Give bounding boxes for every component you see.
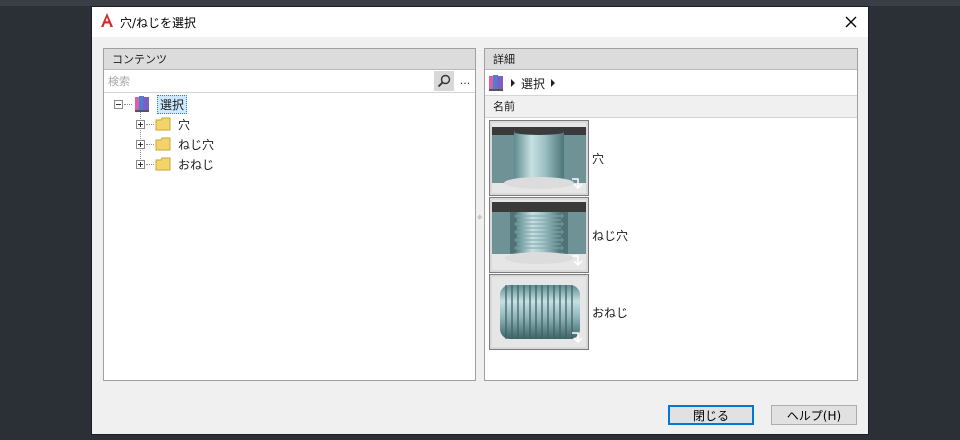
search-row: ... [104,71,475,93]
collapse-toggle[interactable] [114,99,123,109]
breadcrumb-item-select[interactable]: 選択 [521,75,545,92]
tree-connector [146,123,154,125]
library-book-icon[interactable] [487,74,505,92]
breadcrumb: 選択 [485,71,857,96]
external-thread-thumbnail [489,274,589,350]
list-item-tapped-hole[interactable]: ねじ穴 [489,197,628,273]
item-label: おねじ [592,305,629,320]
folder-icon [155,157,171,171]
close-button[interactable]: 閉じる [668,405,754,425]
expand-toggle[interactable] [136,119,145,129]
close-icon [845,16,857,28]
library-book-icon [135,96,149,112]
chevron-right-icon[interactable] [511,79,515,87]
expand-toggle[interactable] [136,139,145,149]
autocad-app-icon [101,13,113,27]
contents-panel: コンテンツ ... 選択 [103,48,476,381]
list-item-hole[interactable]: 穴 [489,120,604,196]
tree-label-root: 選択 [157,94,188,114]
tree-connector [146,143,154,145]
panel-splitter[interactable]: ◆ [477,213,482,221]
tree-label-hole: 穴 [178,117,191,132]
search-button[interactable] [434,71,454,91]
tree-connector [124,103,132,105]
name-column-header[interactable]: 名前 [485,96,857,118]
tree-node-tapped-hole[interactable]: ねじ穴 [136,135,215,153]
help-button[interactable]: ヘルプ(H) [771,405,857,425]
search-input[interactable] [106,72,435,90]
item-label: 穴 [592,151,605,166]
dialog-title: 穴/ねじを選択 [120,16,197,30]
expand-toggle[interactable] [136,159,145,169]
tree-label-external-thread: おねじ [178,157,215,172]
content-tree: 選択 穴 ねじ穴 おねじ [104,93,475,380]
folder-icon [155,117,171,131]
tree-node-root[interactable]: 選択 [114,94,188,114]
tree-node-external-thread[interactable]: おねじ [136,155,215,173]
title-bar[interactable]: 穴/ねじを選択 [92,7,868,37]
select-hole-thread-dialog: 穴/ねじを選択 コンテンツ ... [91,6,869,435]
search-icon [437,74,451,88]
folder-icon [155,137,171,151]
item-label: ねじ穴 [592,228,629,243]
tapped-hole-thumbnail [489,197,589,273]
tree-connector [146,163,154,165]
contents-panel-header: コンテンツ [104,49,475,70]
plain-hole-thumbnail [489,120,589,196]
chevron-right-icon[interactable] [551,79,556,87]
list-item-external-thread[interactable]: おねじ [489,274,628,350]
tree-node-hole[interactable]: 穴 [136,115,191,133]
close-window-button[interactable] [834,7,868,37]
details-panel: 詳細 選択 名前 穴 ねじ穴 おねじ [484,48,858,381]
details-panel-header: 詳細 [485,49,857,70]
search-options-button[interactable]: ... [457,71,473,91]
tree-label-tapped-hole: ねじ穴 [178,137,215,152]
